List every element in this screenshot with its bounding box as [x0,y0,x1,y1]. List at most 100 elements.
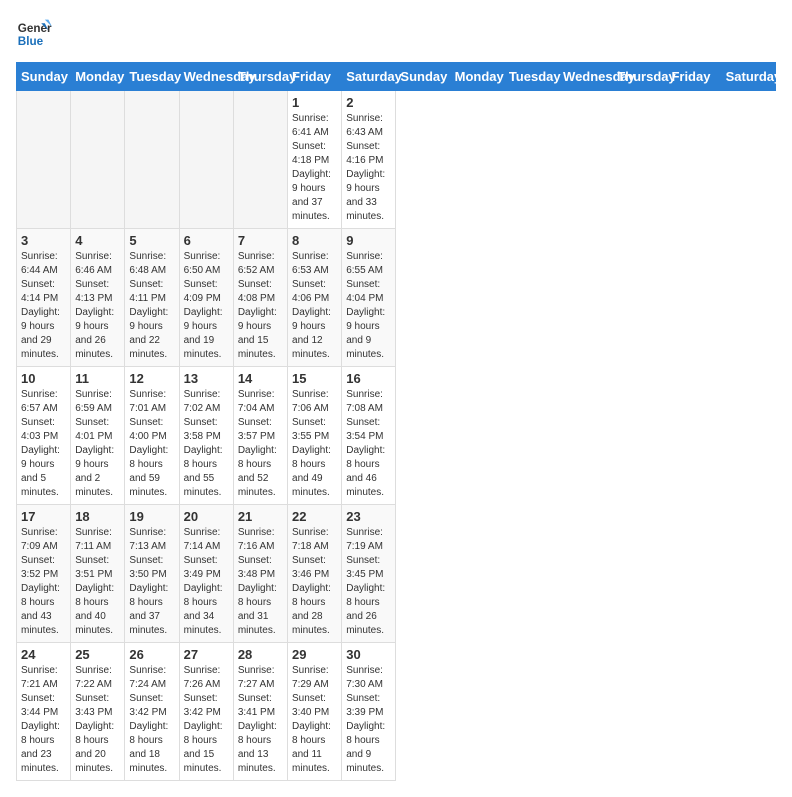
day-info: Sunrise: 7:30 AM Sunset: 3:39 PM Dayligh… [346,664,391,776]
header-tuesday: Tuesday [504,63,558,91]
logo: General Blue [16,16,52,52]
calendar-cell: 6 Sunrise: 6:50 AM Sunset: 4:09 PM Daylig… [179,229,233,367]
day-info: Sunrise: 6:44 AM Sunset: 4:14 PM Dayligh… [21,250,66,362]
day-number: 27 [184,647,229,662]
calendar-cell: 3 Sunrise: 6:44 AM Sunset: 4:14 PM Daylig… [17,229,71,367]
day-number: 7 [238,233,283,248]
calendar-cell: 16 Sunrise: 7:08 AM Sunset: 3:54 PM Dayli… [342,367,396,505]
day-info: Sunrise: 6:52 AM Sunset: 4:08 PM Dayligh… [238,250,283,362]
header-thursday: Thursday [613,63,667,91]
day-number: 20 [184,509,229,524]
day-info: Sunrise: 7:08 AM Sunset: 3:54 PM Dayligh… [346,388,391,500]
calendar-cell [179,91,233,229]
day-number: 1 [292,95,337,110]
calendar-cell: 7 Sunrise: 6:52 AM Sunset: 4:08 PM Daylig… [233,229,287,367]
day-number: 16 [346,371,391,386]
day-number: 9 [346,233,391,248]
day-info: Sunrise: 6:50 AM Sunset: 4:09 PM Dayligh… [184,250,229,362]
day-info: Sunrise: 6:41 AM Sunset: 4:18 PM Dayligh… [292,112,337,224]
day-info: Sunrise: 7:26 AM Sunset: 3:42 PM Dayligh… [184,664,229,776]
svg-text:Blue: Blue [18,35,44,48]
day-number: 3 [21,233,66,248]
day-number: 24 [21,647,66,662]
day-number: 13 [184,371,229,386]
day-info: Sunrise: 6:46 AM Sunset: 4:13 PM Dayligh… [75,250,120,362]
day-number: 4 [75,233,120,248]
calendar-cell: 27 Sunrise: 7:26 AM Sunset: 3:42 PM Dayli… [179,643,233,781]
header-friday: Friday [667,63,721,91]
day-number: 19 [129,509,174,524]
calendar-week-2: 3 Sunrise: 6:44 AM Sunset: 4:14 PM Daylig… [17,229,776,367]
day-number: 10 [21,371,66,386]
calendar-cell [17,91,71,229]
calendar-cell: 12Sunrise: 7:01 AM Sunset: 4:00 PM Dayli… [125,367,179,505]
header-monday: Monday [71,63,125,91]
header-saturday: Saturday [342,63,396,91]
day-info: Sunrise: 7:19 AM Sunset: 3:45 PM Dayligh… [346,526,391,638]
calendar-cell: 23Sunrise: 7:19 AM Sunset: 3:45 PM Dayli… [342,505,396,643]
day-info: Sunrise: 7:21 AM Sunset: 3:44 PM Dayligh… [21,664,66,776]
header-saturday: Saturday [721,63,775,91]
calendar-cell: 18Sunrise: 7:11 AM Sunset: 3:51 PM Dayli… [71,505,125,643]
header-wednesday: Wednesday [179,63,233,91]
day-info: Sunrise: 7:01 AM Sunset: 4:00 PM Dayligh… [129,388,174,500]
calendar-cell: 20Sunrise: 7:14 AM Sunset: 3:49 PM Dayli… [179,505,233,643]
calendar-table: SundayMondayTuesdayWednesdayThursdayFrid… [16,62,776,781]
day-info: Sunrise: 7:04 AM Sunset: 3:57 PM Dayligh… [238,388,283,500]
calendar-cell: 28 Sunrise: 7:27 AM Sunset: 3:41 PM Dayli… [233,643,287,781]
day-number: 14 [238,371,283,386]
calendar-cell: 26 Sunrise: 7:24 AM Sunset: 3:42 PM Dayli… [125,643,179,781]
calendar-cell: 24 Sunrise: 7:21 AM Sunset: 3:44 PM Dayli… [17,643,71,781]
day-number: 26 [129,647,174,662]
calendar-week-4: 17Sunrise: 7:09 AM Sunset: 3:52 PM Dayli… [17,505,776,643]
day-info: Sunrise: 7:22 AM Sunset: 3:43 PM Dayligh… [75,664,120,776]
day-number: 30 [346,647,391,662]
calendar-cell: 19 Sunrise: 7:13 AM Sunset: 3:50 PM Dayli… [125,505,179,643]
calendar-cell: 5Sunrise: 6:48 AM Sunset: 4:11 PM Daylig… [125,229,179,367]
page-header: General Blue [16,16,776,52]
day-info: Sunrise: 6:57 AM Sunset: 4:03 PM Dayligh… [21,388,66,500]
day-info: Sunrise: 7:02 AM Sunset: 3:58 PM Dayligh… [184,388,229,500]
calendar-cell: 17Sunrise: 7:09 AM Sunset: 3:52 PM Dayli… [17,505,71,643]
header-tuesday: Tuesday [125,63,179,91]
day-info: Sunrise: 6:59 AM Sunset: 4:01 PM Dayligh… [75,388,120,500]
day-info: Sunrise: 7:29 AM Sunset: 3:40 PM Dayligh… [292,664,337,776]
day-number: 11 [75,371,120,386]
day-number: 22 [292,509,337,524]
calendar-cell: 21Sunrise: 7:16 AM Sunset: 3:48 PM Dayli… [233,505,287,643]
day-info: Sunrise: 7:24 AM Sunset: 3:42 PM Dayligh… [129,664,174,776]
day-number: 28 [238,647,283,662]
day-number: 8 [292,233,337,248]
calendar-cell: 22 Sunrise: 7:18 AM Sunset: 3:46 PM Dayli… [288,505,342,643]
day-number: 18 [75,509,120,524]
day-info: Sunrise: 7:18 AM Sunset: 3:46 PM Dayligh… [292,526,337,638]
day-info: Sunrise: 7:27 AM Sunset: 3:41 PM Dayligh… [238,664,283,776]
calendar-cell: 13 Sunrise: 7:02 AM Sunset: 3:58 PM Dayli… [179,367,233,505]
header-wednesday: Wednesday [559,63,613,91]
day-info: Sunrise: 7:13 AM Sunset: 3:50 PM Dayligh… [129,526,174,638]
calendar-week-1: 1 Sunrise: 6:41 AM Sunset: 4:18 PM Daylig… [17,91,776,229]
calendar-cell: 1 Sunrise: 6:41 AM Sunset: 4:18 PM Daylig… [288,91,342,229]
day-number: 25 [75,647,120,662]
header-friday: Friday [288,63,342,91]
logo-icon: General Blue [16,16,52,52]
calendar-cell: 15Sunrise: 7:06 AM Sunset: 3:55 PM Dayli… [288,367,342,505]
day-info: Sunrise: 6:53 AM Sunset: 4:06 PM Dayligh… [292,250,337,362]
calendar-cell: 25 Sunrise: 7:22 AM Sunset: 3:43 PM Dayli… [71,643,125,781]
calendar-cell: 30 Sunrise: 7:30 AM Sunset: 3:39 PM Dayli… [342,643,396,781]
day-number: 6 [184,233,229,248]
day-info: Sunrise: 6:55 AM Sunset: 4:04 PM Dayligh… [346,250,391,362]
calendar-cell: 2Sunrise: 6:43 AM Sunset: 4:16 PM Daylig… [342,91,396,229]
calendar-cell [125,91,179,229]
calendar-cell: 14 Sunrise: 7:04 AM Sunset: 3:57 PM Dayli… [233,367,287,505]
day-number: 29 [292,647,337,662]
day-info: Sunrise: 6:48 AM Sunset: 4:11 PM Dayligh… [129,250,174,362]
calendar-week-5: 24 Sunrise: 7:21 AM Sunset: 3:44 PM Dayli… [17,643,776,781]
day-info: Sunrise: 6:43 AM Sunset: 4:16 PM Dayligh… [346,112,391,224]
calendar-cell [71,91,125,229]
calendar-cell: 9 Sunrise: 6:55 AM Sunset: 4:04 PM Daylig… [342,229,396,367]
header-thursday: Thursday [233,63,287,91]
day-info: Sunrise: 7:06 AM Sunset: 3:55 PM Dayligh… [292,388,337,500]
calendar-cell: 4 Sunrise: 6:46 AM Sunset: 4:13 PM Daylig… [71,229,125,367]
calendar-cell: 10 Sunrise: 6:57 AM Sunset: 4:03 PM Dayli… [17,367,71,505]
